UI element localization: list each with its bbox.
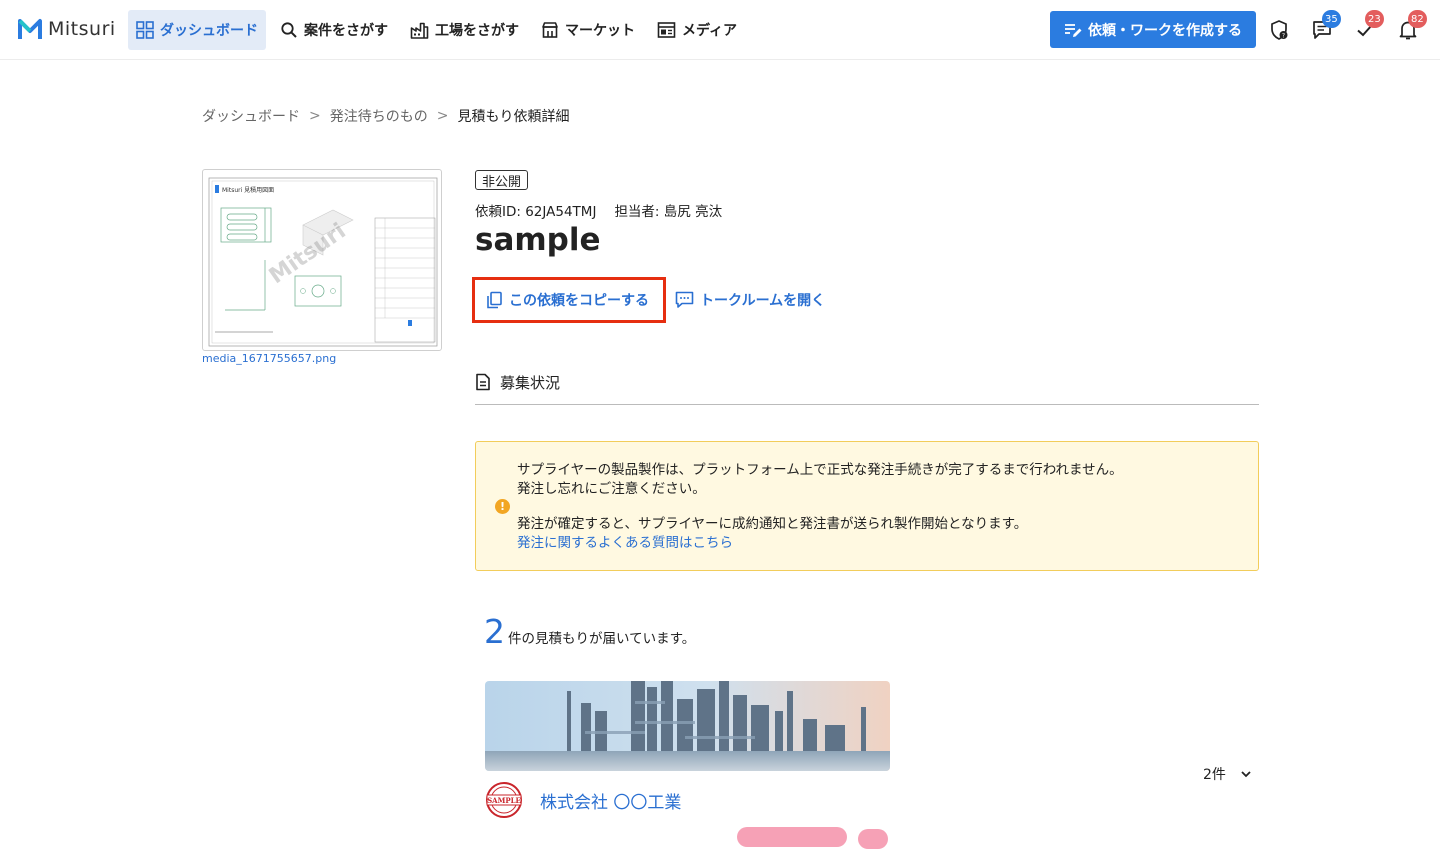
notice-line: 発注が確定すると、サプライヤーに成約通知と発注書が送られ製作開始となります。 — [517, 516, 1028, 532]
create-request-label: 依頼・ワークを作成する — [1088, 22, 1242, 39]
supplier-cover-image — [485, 681, 890, 771]
factory-image — [485, 681, 890, 771]
order-faq-link[interactable]: 発注に関するよくある質問はこちら — [517, 534, 733, 553]
notice-line: サプライヤーの製品製作は、プラットフォーム上で正式な発注手続きが完了するまで行わ… — [517, 462, 1123, 478]
chat-icon — [675, 291, 694, 308]
grid-icon — [136, 21, 154, 39]
copy-request-label: この依頼をコピーする — [509, 293, 649, 309]
section-title: 募集状況 — [500, 374, 561, 392]
mitsuri-logo-icon — [18, 19, 42, 39]
logo-text: Mitsuri — [48, 18, 116, 40]
svg-text:?: ? — [1282, 32, 1285, 39]
nav-dashboard-label: ダッシュボード — [160, 23, 258, 39]
chevron-down-icon — [1241, 771, 1251, 778]
request-owner: 担当者: 島尻 亮汰 — [614, 204, 723, 220]
open-talkroom-link[interactable]: トークルームを開く — [675, 290, 825, 310]
nav-search-factories[interactable]: 工場をさがす — [402, 10, 527, 50]
request-title: sample — [475, 222, 601, 258]
create-request-button[interactable]: 依頼・ワークを作成する — [1050, 11, 1256, 48]
nav-search-projects[interactable]: 案件をさがす — [272, 10, 396, 50]
visibility-status-badge: 非公開 — [475, 170, 529, 190]
copy-request-link[interactable]: この依頼をコピーする — [486, 290, 649, 310]
factory-icon — [410, 22, 429, 39]
notifications-button[interactable]: 82 — [1396, 10, 1427, 42]
breadcrumb-dashboard[interactable]: ダッシュボード — [202, 106, 300, 126]
nav-market[interactable]: マーケット — [533, 10, 643, 50]
request-meta: 依頼ID: 62JA54TMJ 担当者: 島尻 亮汰 — [475, 200, 722, 220]
notifications-badge: 82 — [1408, 10, 1427, 28]
newspaper-icon — [657, 22, 676, 38]
quote-count-select[interactable]: 2件 — [1203, 764, 1252, 784]
tasks-badge: 23 — [1365, 10, 1384, 28]
main-nav: ダッシュボード 案件をさがす 工場をさがす マーケット メディア — [128, 10, 751, 50]
sample-stamp-text: SAMPLE — [487, 796, 521, 805]
notice-line: 発注し忘れにご注意ください。 — [517, 481, 706, 497]
mitsuri-logo[interactable]: Mitsuri — [18, 17, 116, 41]
tag-pill — [737, 827, 847, 847]
attachment-filename-link[interactable]: media_1671755657.png — [202, 352, 336, 365]
notice-text: サプライヤーの製品製作は、プラットフォーム上で正式な発注手続きが完了するまで行わ… — [517, 461, 1123, 553]
edit-list-icon — [1065, 23, 1082, 37]
supplier-row: SAMPLE 株式会社 〇〇工業 — [485, 781, 681, 819]
messages-button[interactable]: 35 — [1310, 10, 1341, 42]
quote-count: 2 件の見積もりが届いています。 — [484, 612, 695, 651]
tasks-button[interactable]: 23 — [1353, 10, 1384, 42]
messages-badge: 35 — [1322, 10, 1341, 28]
breadcrumb: ダッシュボード > 発注待ちのもの > 見積もり依頼詳細 — [202, 106, 569, 126]
nav-market-label: マーケット — [565, 23, 635, 39]
quote-count-number: 2 — [484, 612, 505, 651]
recruitment-status-section: 募集状況 — [475, 372, 1259, 405]
store-icon — [542, 22, 558, 38]
copy-icon — [487, 291, 502, 309]
shield-question-icon: ? — [1271, 20, 1288, 40]
breadcrumb-separator: > — [309, 108, 321, 124]
order-notice-box: ! サプライヤーの製品製作は、プラットフォーム上で正式な発注手続きが完了するまで… — [475, 441, 1259, 571]
quote-count-select-value: 2件 — [1203, 767, 1226, 783]
sample-stamp-icon: SAMPLE — [486, 782, 522, 818]
request-id: 依頼ID: 62JA54TMJ — [475, 204, 597, 220]
quote-count-text: 件の見積もりが届いています。 — [508, 631, 696, 647]
warning-icon: ! — [495, 499, 510, 514]
open-talkroom-label: トークルームを開く — [700, 293, 826, 309]
nav-media-label: メディア — [682, 23, 738, 39]
tag-pill — [858, 829, 888, 849]
breadcrumb-current: 見積もり依頼詳細 — [457, 109, 570, 125]
search-icon — [281, 22, 297, 38]
breadcrumb-pending-orders[interactable]: 発注待ちのもの — [330, 106, 428, 126]
drawing-thumbnail[interactable]: Mitsuri 見積用図面 Mitsuri — [202, 169, 442, 351]
supplier-company-link[interactable]: 株式会社 〇〇工業 — [540, 788, 681, 813]
nav-search-factories-label: 工場をさがす — [435, 23, 519, 39]
technical-drawing-image: Mitsuri 見積用図面 Mitsuri — [208, 177, 438, 347]
drawing-logo-text: Mitsuri 見積用図面 — [222, 186, 274, 194]
breadcrumb-separator: > — [436, 108, 449, 124]
top-navigation-bar: Mitsuri ダッシュボード 案件をさがす 工場をさがす マーケット メディア… — [0, 0, 1440, 60]
nav-media[interactable]: メディア — [649, 10, 745, 50]
document-icon — [476, 373, 490, 391]
support-icon[interactable]: ? — [1267, 18, 1291, 42]
nav-search-projects-label: 案件をさがす — [304, 23, 388, 39]
nav-dashboard[interactable]: ダッシュボード — [128, 10, 266, 50]
